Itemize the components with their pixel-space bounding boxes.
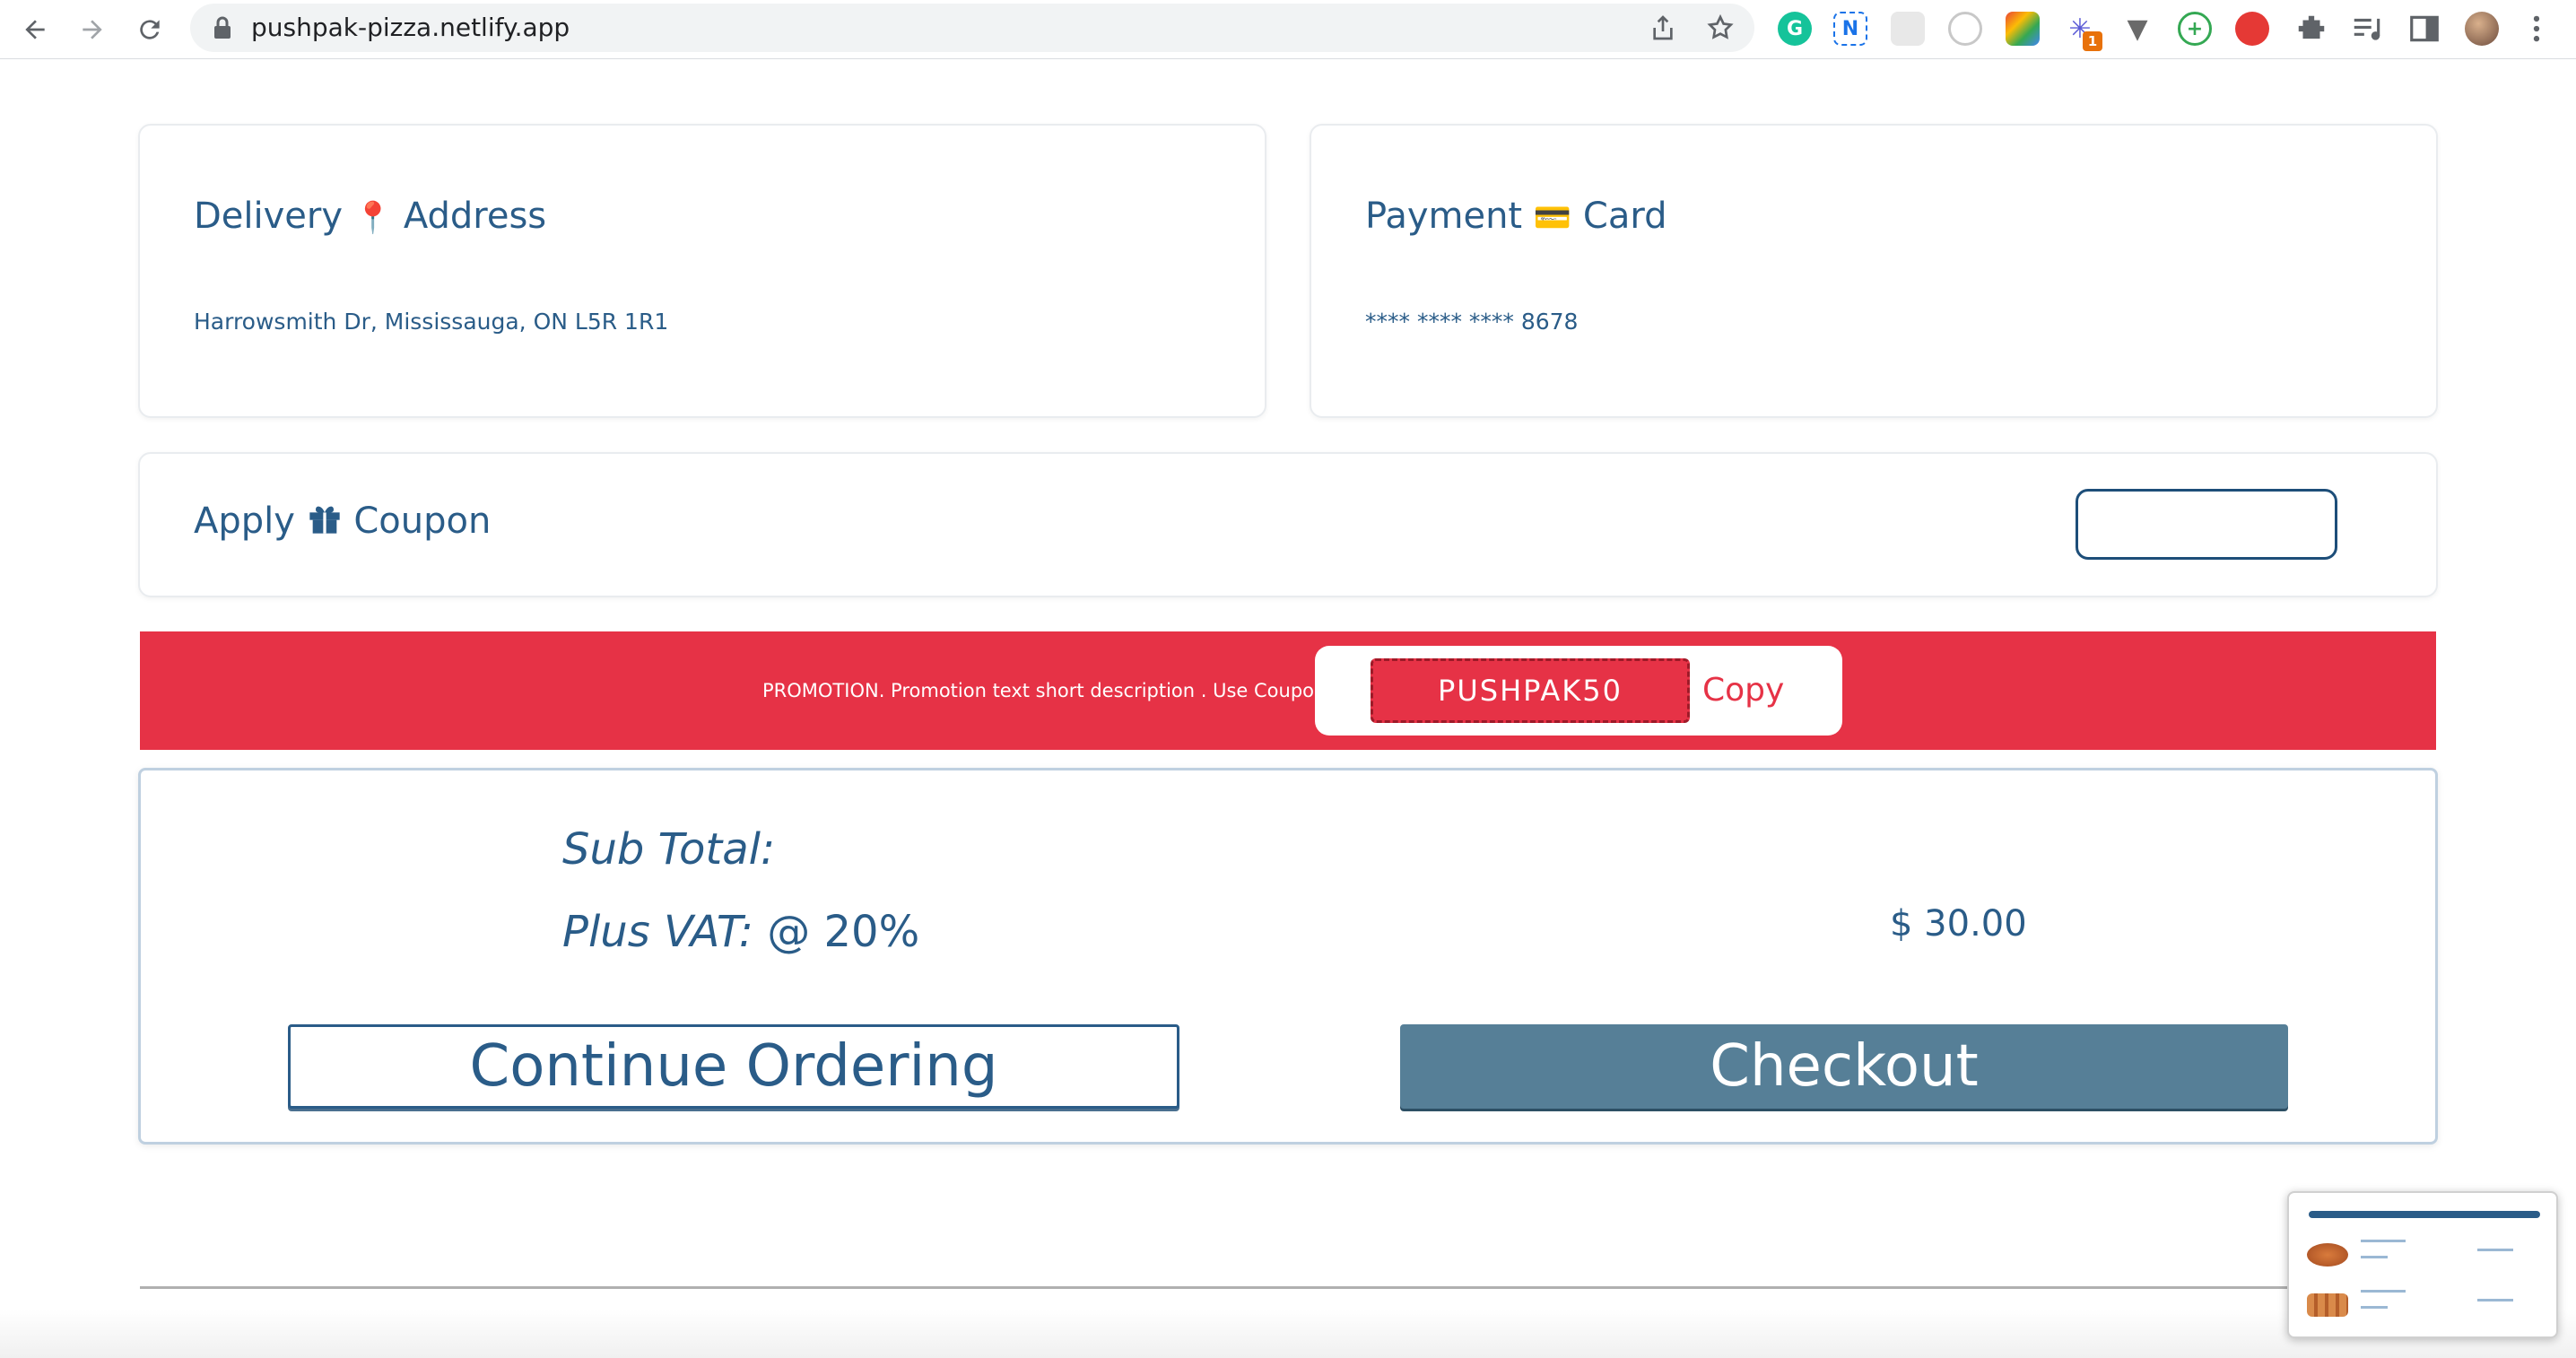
checkout-button[interactable]: Checkout [1400, 1024, 2288, 1109]
vat-label-row: Plus VAT: @ 20% [562, 907, 919, 957]
star-icon[interactable] [1706, 13, 1735, 42]
thumbnail-pizza-image [2307, 1293, 2348, 1317]
coupon-title-text: Coupon [353, 501, 492, 542]
lock-icon [214, 16, 231, 39]
promo-code: PUSHPAK50 [1371, 658, 1690, 723]
extension-v-icon[interactable]: ▼ [2120, 12, 2154, 46]
footer-divider [140, 1286, 2436, 1289]
extension-n-icon[interactable]: N [1833, 12, 1867, 46]
back-button[interactable] [14, 9, 56, 50]
promotion-text: PROMOTION. Promotion text short descript… [762, 680, 1327, 701]
delivery-title-text: Delivery [194, 196, 344, 237]
address-bar[interactable]: pushpak-pizza.netlify.app [190, 4, 1754, 52]
media-queue-icon[interactable] [2350, 12, 2384, 46]
thumbnail-header-bar [2309, 1211, 2540, 1218]
thumbnail-line [2361, 1306, 2388, 1309]
reload-icon [140, 20, 160, 39]
delivery-address-title: Delivery 📍 Address [194, 196, 546, 237]
forward-button[interactable] [72, 9, 113, 50]
reload-button[interactable] [129, 9, 170, 50]
card-title-text: Card [1582, 196, 1667, 237]
extension-target-icon[interactable] [1948, 12, 1982, 46]
address-title-text: Address [403, 196, 547, 237]
thumbnail-line [2477, 1249, 2513, 1251]
extension-plus-icon[interactable]: + [2178, 12, 2212, 46]
share-icon[interactable] [1649, 13, 1677, 42]
promo-code-box: PUSHPAK50 Copy [1315, 646, 1842, 736]
adblock-icon[interactable] [2235, 12, 2269, 46]
coupon-input[interactable] [2076, 489, 2337, 560]
apply-coupon-title: Apply Coupon [194, 501, 491, 542]
arrow-right-icon [83, 20, 102, 39]
apply-title-text: Apply [194, 501, 295, 542]
arrow-left-icon [25, 20, 45, 39]
vat-rate: @ 20% [767, 907, 920, 957]
thumbnail-pizza-image [2307, 1243, 2348, 1267]
grammarly-icon[interactable]: G [1778, 12, 1812, 46]
extension-badge: 1 [2083, 31, 2102, 51]
browser-toolbar: pushpak-pizza.netlify.app G N ✳ 1 ▼ + [0, 0, 2576, 59]
url-text: pushpak-pizza.netlify.app [251, 13, 570, 42]
extension-asterisk-icon[interactable]: ✳ 1 [2063, 12, 2102, 51]
bottom-shadow [0, 1310, 2576, 1358]
puzzle-icon[interactable] [2294, 12, 2328, 46]
extension-grid-icon[interactable] [1891, 12, 1925, 46]
promotion-banner: PROMOTION. Promotion text short descript… [140, 631, 2436, 750]
more-vertical-icon[interactable] [2526, 12, 2547, 46]
gift-icon [309, 506, 340, 534]
payment-card-title: Payment 💳 Card [1365, 196, 1667, 237]
delivery-address-text: Harrowsmith Dr, Mississauga, ON L5R 1R1 [194, 309, 669, 335]
delivery-address-card: Delivery 📍 Address Harrowsmith Dr, Missi… [138, 124, 1266, 418]
subtotal-label: Sub Total: [562, 824, 776, 875]
avatar[interactable] [2465, 12, 2499, 46]
credit-card-icon: 💳 [1533, 200, 1572, 236]
pin-icon: 📍 [353, 200, 393, 236]
masked-card-number: **** **** **** 8678 [1365, 309, 1579, 335]
continue-ordering-button[interactable]: Continue Ordering [288, 1024, 1179, 1109]
thumbnail-line [2361, 1290, 2406, 1293]
side-panel-icon[interactable] [2407, 12, 2441, 46]
payment-card-card: Payment 💳 Card **** **** **** 8678 [1310, 124, 2438, 418]
vat-label: Plus VAT: [562, 907, 753, 957]
total-amount: $ 30.00 [1890, 903, 2027, 945]
copy-button[interactable]: Copy [1702, 658, 1784, 723]
thumbnail-line [2477, 1299, 2513, 1301]
order-totals-panel: Sub Total: Plus VAT: @ 20% $ 30.00 Conti… [138, 768, 2438, 1145]
thumbnail-line [2361, 1256, 2388, 1258]
thumbnail-line [2361, 1240, 2406, 1242]
extension-color-icon[interactable] [2006, 12, 2040, 46]
payment-title-text: Payment [1365, 196, 1523, 237]
page-preview-thumbnail[interactable] [2287, 1191, 2558, 1338]
